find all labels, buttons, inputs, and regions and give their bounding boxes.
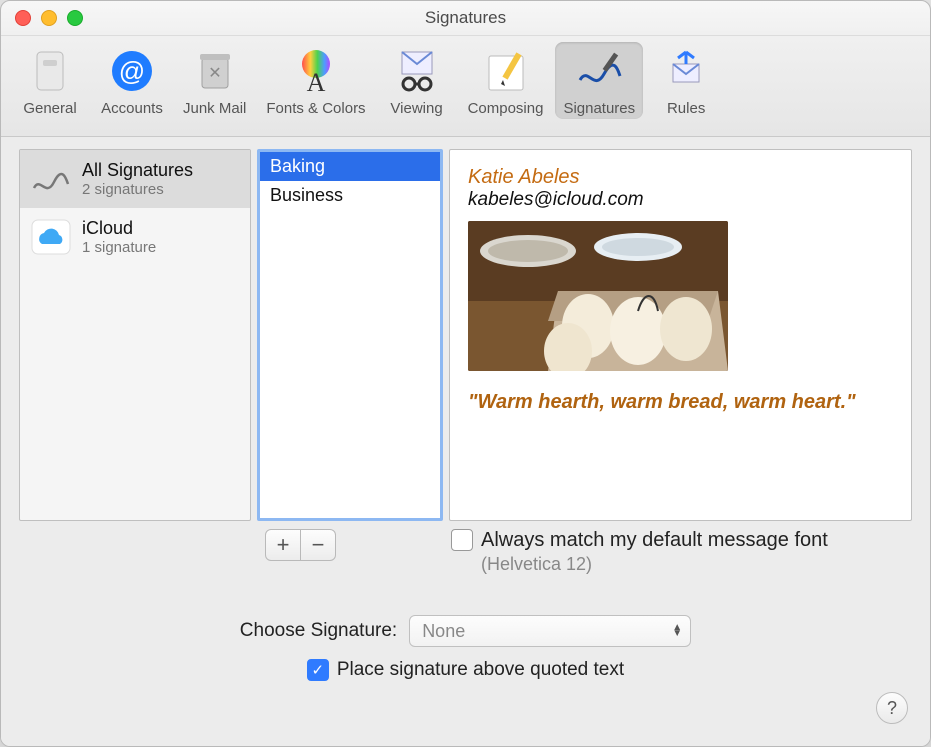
tab-label: Fonts & Colors bbox=[266, 100, 365, 117]
preferences-toolbar: General @ Accounts ✕ Junk Mail A Fonts &… bbox=[1, 36, 930, 137]
svg-text:A: A bbox=[307, 68, 326, 96]
tab-signatures[interactable]: Signatures bbox=[555, 42, 643, 119]
tab-viewing[interactable]: Viewing bbox=[378, 42, 456, 119]
signature-item-business[interactable]: Business bbox=[260, 181, 440, 210]
tab-label: Accounts bbox=[101, 100, 163, 117]
chevron-updown-icon: ▲▼ bbox=[672, 625, 682, 637]
tab-label: Signatures bbox=[563, 100, 635, 117]
preferences-window: Signatures General @ Accounts ✕ Junk Mai… bbox=[0, 0, 931, 747]
tab-label: Viewing bbox=[390, 100, 442, 117]
window-title: Signatures bbox=[1, 8, 930, 28]
account-row-icloud[interactable]: iCloud 1 signature bbox=[20, 208, 250, 266]
plus-icon: + bbox=[277, 532, 290, 558]
choose-signature-row: Choose Signature: None ▲▼ bbox=[240, 615, 691, 647]
svg-text:✕: ✕ bbox=[208, 65, 221, 82]
signatures-icon bbox=[572, 46, 626, 96]
account-row-all-signatures[interactable]: All Signatures 2 signatures bbox=[20, 150, 250, 208]
help-button[interactable]: ? bbox=[876, 692, 908, 724]
svg-text:@: @ bbox=[119, 56, 145, 86]
columns: All Signatures 2 signatures iCloud 1 sig… bbox=[19, 149, 912, 521]
composing-icon bbox=[479, 46, 533, 96]
account-title: All Signatures bbox=[82, 160, 193, 181]
tab-label: Junk Mail bbox=[183, 100, 246, 117]
place-above-row: Place signature above quoted text bbox=[307, 659, 624, 681]
signature-preview[interactable]: Katie Abeles kabeles@icloud.com bbox=[449, 149, 912, 521]
place-above-label: Place signature above quoted text bbox=[337, 659, 624, 681]
preview-name: Katie Abeles bbox=[468, 166, 893, 189]
general-icon bbox=[23, 46, 77, 96]
preview-quote: "Warm hearth, warm bread, warm heart." bbox=[468, 391, 893, 414]
signatures-list[interactable]: Baking Business bbox=[257, 149, 443, 521]
remove-signature-button[interactable]: − bbox=[301, 529, 336, 561]
choose-signature-label: Choose Signature: bbox=[240, 620, 397, 642]
choose-signature-value: None bbox=[422, 621, 465, 642]
rules-icon bbox=[659, 46, 713, 96]
always-match-label: Always match my default message font bbox=[481, 529, 828, 552]
tab-label: Composing bbox=[468, 100, 544, 117]
tab-fonts-colors[interactable]: A Fonts & Colors bbox=[258, 42, 373, 119]
signatures-pane: All Signatures 2 signatures iCloud 1 sig… bbox=[1, 137, 930, 746]
account-subtitle: 1 signature bbox=[82, 239, 156, 256]
accounts-icon: @ bbox=[105, 46, 159, 96]
below-columns-row: + − Always match my default message font… bbox=[19, 529, 912, 575]
preview-email: kabeles@icloud.com bbox=[468, 189, 893, 211]
bottom-controls: Choose Signature: None ▲▼ Place signatur… bbox=[19, 615, 912, 681]
account-subtitle: 2 signatures bbox=[82, 181, 193, 198]
tab-label: General bbox=[23, 100, 76, 117]
always-match-font-checkbox[interactable] bbox=[451, 529, 473, 551]
icloud-icon bbox=[30, 216, 72, 258]
minus-icon: − bbox=[312, 532, 325, 558]
junk-mail-icon: ✕ bbox=[188, 46, 242, 96]
signature-item-baking[interactable]: Baking bbox=[260, 152, 440, 181]
tab-label: Rules bbox=[667, 100, 705, 117]
viewing-icon bbox=[390, 46, 444, 96]
tab-junk-mail[interactable]: ✕ Junk Mail bbox=[175, 42, 254, 119]
account-title: iCloud bbox=[82, 218, 156, 239]
tab-accounts[interactable]: @ Accounts bbox=[93, 42, 171, 119]
help-icon: ? bbox=[887, 698, 897, 719]
titlebar: Signatures bbox=[1, 1, 930, 36]
add-signature-button[interactable]: + bbox=[265, 529, 301, 561]
signature-icon bbox=[30, 158, 72, 200]
always-match-row: Always match my default message font (He… bbox=[451, 529, 912, 575]
choose-signature-popup[interactable]: None ▲▼ bbox=[409, 615, 691, 647]
place-above-checkbox[interactable] bbox=[307, 659, 329, 681]
accounts-list[interactable]: All Signatures 2 signatures iCloud 1 sig… bbox=[19, 149, 251, 521]
tab-composing[interactable]: Composing bbox=[460, 42, 552, 119]
preview-image bbox=[468, 221, 728, 371]
always-match-sublabel: (Helvetica 12) bbox=[481, 554, 828, 575]
tab-general[interactable]: General bbox=[11, 42, 89, 119]
tab-rules[interactable]: Rules bbox=[647, 42, 725, 119]
fonts-colors-icon: A bbox=[289, 46, 343, 96]
